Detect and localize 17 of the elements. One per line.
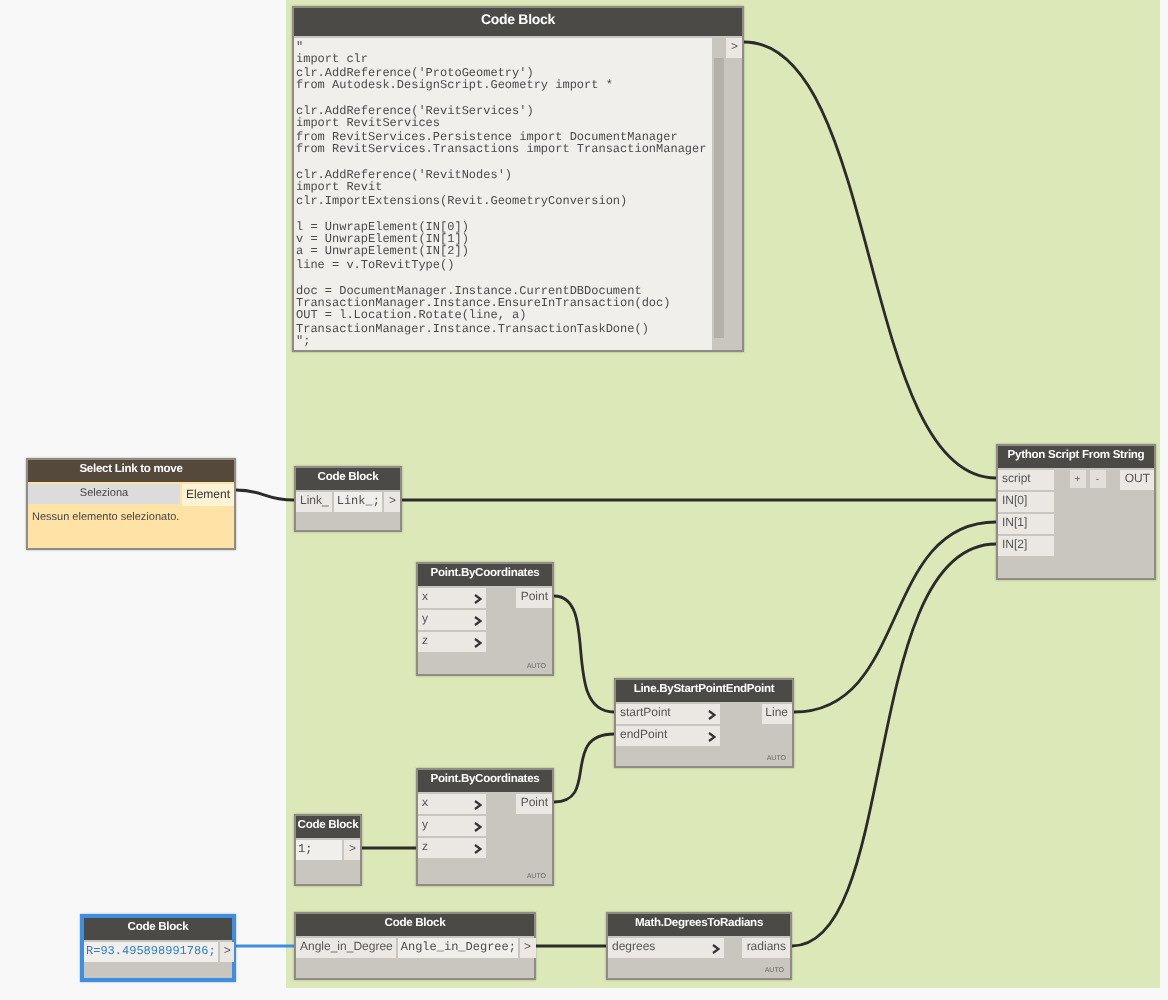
chevron-icon [708, 709, 716, 719]
node-card[interactable] [292, 6, 744, 352]
wire [553, 594, 615, 714]
scrollbar[interactable] [714, 58, 725, 338]
wire [362, 846, 416, 850]
wire [235, 488, 295, 502]
chevron-icon [474, 637, 482, 647]
chevron-icon [712, 943, 720, 953]
chevron-icon [474, 615, 482, 625]
wire [553, 732, 615, 804]
wire [236, 944, 294, 948]
wire [536, 944, 606, 948]
chevron-icon [474, 843, 482, 853]
chevron-icon [474, 799, 482, 809]
chevron-icon [708, 731, 716, 741]
chevron-icon [474, 593, 482, 603]
chevron-icon [474, 821, 482, 831]
